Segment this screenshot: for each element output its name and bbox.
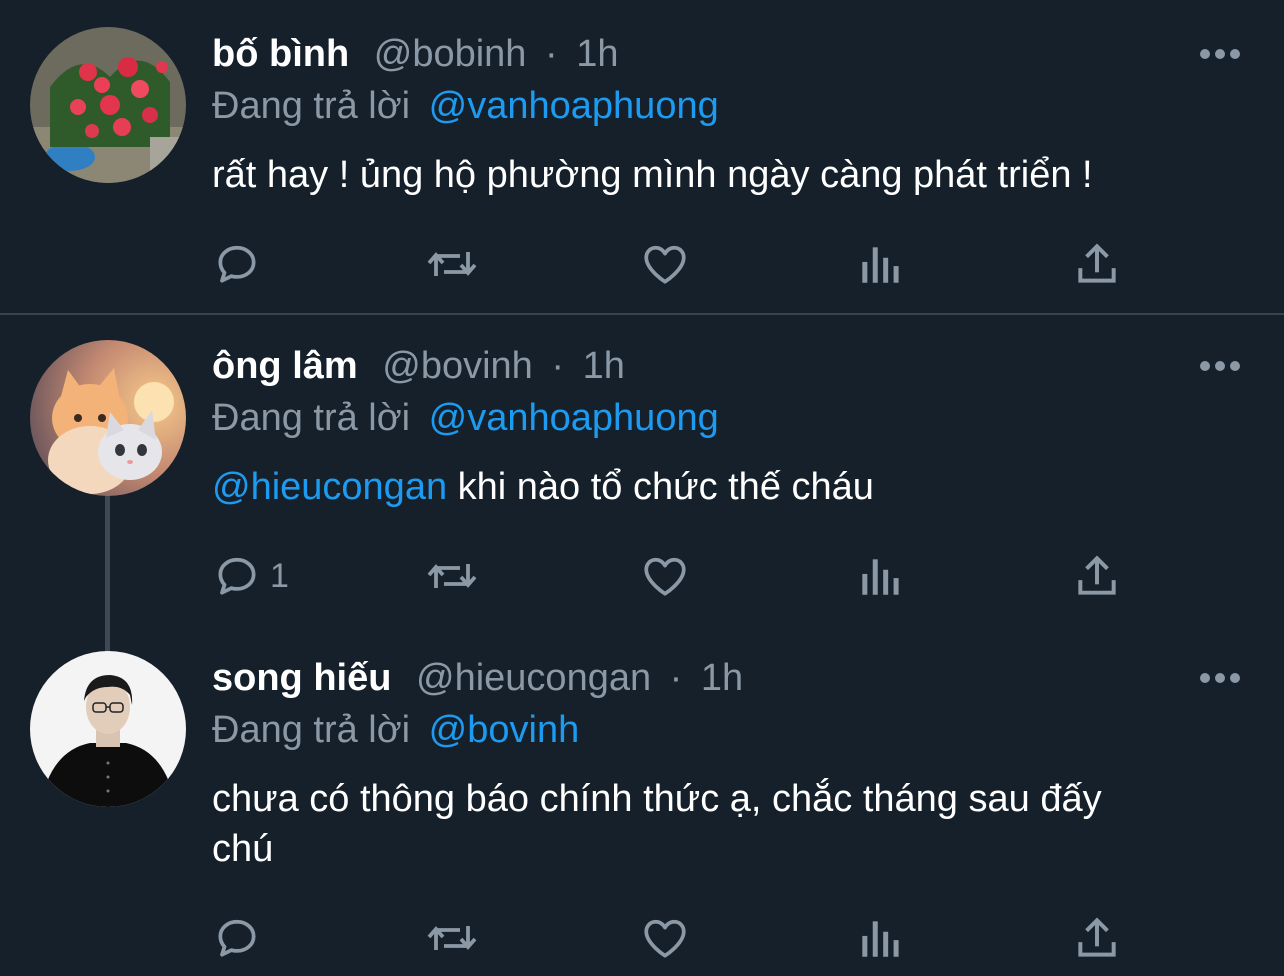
retweet-icon — [427, 252, 477, 276]
like-button[interactable] — [640, 550, 690, 602]
tweet-text: rất hay ! ủng hộ phường mình ngày càng p… — [212, 150, 1252, 200]
display-name[interactable]: bố bình — [212, 33, 349, 75]
views-button[interactable] — [857, 912, 901, 964]
tweet-body: rất hay ! ủng hộ phường mình ngày càng p… — [212, 154, 1093, 196]
tweet-body: khi nào tổ chức thế cháu — [457, 466, 874, 508]
views-button[interactable] — [857, 550, 901, 602]
tweet-actions: 1 — [212, 550, 1212, 602]
replying-to-label: Đang trả lời — [212, 709, 411, 751]
retweet-button[interactable] — [424, 550, 480, 602]
like-button[interactable] — [640, 238, 690, 290]
reply-to-mention-link[interactable]: @vanhoaphuong — [429, 85, 719, 127]
share-icon — [1078, 917, 1116, 957]
share-button[interactable] — [1072, 912, 1122, 964]
reply-button[interactable] — [212, 238, 262, 290]
tweet-actions — [212, 238, 1212, 290]
more-icon[interactable] — [1198, 44, 1242, 64]
replying-to: Đang trả lời @vanhoaphuong — [212, 84, 719, 128]
reply-button[interactable]: 1 — [212, 550, 289, 602]
heart-icon — [644, 919, 686, 958]
timestamp[interactable]: 1h — [701, 657, 743, 699]
heart-icon — [644, 557, 686, 596]
avatar[interactable] — [30, 27, 186, 183]
user-handle[interactable]: @bobinh — [374, 33, 527, 75]
tweet-2[interactable]: ông lâm @bovinh · 1h Đang trả lời @vanho… — [0, 316, 1284, 628]
timestamp[interactable]: 1h — [576, 33, 618, 75]
separator-dot: · — [545, 33, 558, 75]
red-flowers-avatar-icon — [30, 27, 186, 183]
more-icon[interactable] — [1198, 668, 1242, 688]
reply-button[interactable] — [212, 912, 262, 964]
timestamp[interactable]: 1h — [583, 345, 625, 387]
user-handle[interactable]: @bovinh — [382, 345, 533, 387]
share-button[interactable] — [1072, 550, 1122, 602]
reply-icon — [218, 557, 256, 595]
tweet-text: @hieucongan khi nào tổ chức thế cháu — [212, 462, 1252, 512]
body-mention-link[interactable]: @hieucongan — [212, 466, 447, 508]
reply-to-mention-link[interactable]: @vanhoaphuong — [429, 397, 719, 439]
more-icon[interactable] — [1198, 356, 1242, 376]
user-handle[interactable]: @hieucongan — [416, 657, 651, 699]
retweet-button[interactable] — [424, 238, 480, 290]
avatar[interactable] — [30, 651, 186, 807]
replying-to: Đang trả lời @vanhoaphuong — [212, 396, 719, 440]
kittens-avatar-icon — [30, 340, 186, 496]
replying-to-label: Đang trả lời — [212, 397, 411, 439]
tweet-3[interactable]: song hiếu @hieucongan · 1h Đang trả lời … — [0, 628, 1284, 976]
views-icon — [862, 247, 899, 283]
replying-to: Đang trả lời @bovinh — [212, 708, 579, 752]
heart-icon — [644, 245, 686, 284]
separator-dot: · — [551, 345, 565, 387]
views-button[interactable] — [857, 238, 901, 290]
reply-icon — [218, 245, 256, 283]
person-photo-avatar-icon — [30, 651, 186, 807]
like-button[interactable] — [640, 912, 690, 964]
tweet-body: chưa có thông báo chính thức ạ, chắc thá… — [212, 778, 1102, 870]
share-icon — [1078, 243, 1116, 283]
reply-count: 1 — [270, 556, 289, 595]
tweet-1[interactable]: bố bình @bobinh · 1h Đang trả lời @vanho… — [0, 0, 1284, 314]
retweet-icon — [427, 926, 477, 950]
views-icon — [862, 921, 899, 957]
reply-to-mention-link[interactable]: @bovinh — [429, 709, 580, 751]
tweet-divider — [0, 313, 1284, 315]
replying-to-label: Đang trả lời — [212, 85, 411, 127]
share-icon — [1078, 555, 1116, 595]
views-icon — [862, 559, 899, 595]
tweet-actions — [212, 912, 1212, 964]
avatar[interactable] — [30, 340, 186, 496]
tweet-text: chưa có thông báo chính thức ạ, chắc thá… — [212, 774, 1172, 874]
retweet-button[interactable] — [424, 912, 480, 964]
retweet-icon — [427, 564, 477, 588]
display-name[interactable]: ông lâm — [212, 345, 358, 387]
share-button[interactable] — [1072, 238, 1122, 290]
separator-dot: · — [669, 657, 683, 699]
display-name[interactable]: song hiếu — [212, 657, 391, 699]
reply-icon — [218, 919, 256, 957]
